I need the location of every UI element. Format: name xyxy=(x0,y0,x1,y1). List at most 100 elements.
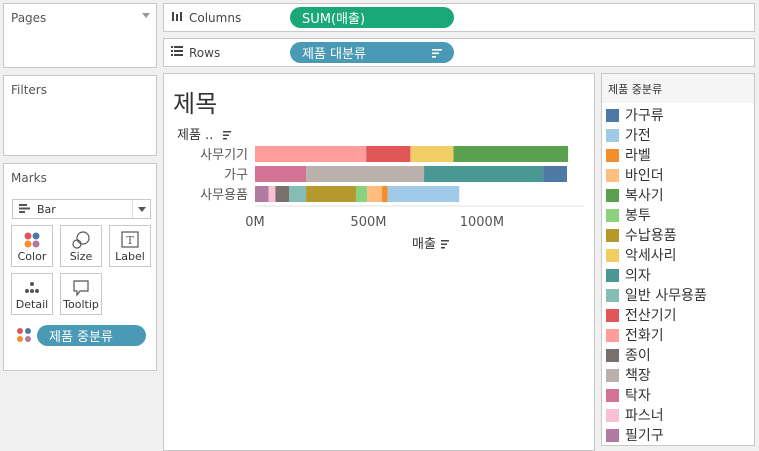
color-encoding-icon xyxy=(16,327,32,347)
legend-item-label: 전산기기 xyxy=(625,308,677,324)
legend-item-label: 탁자 xyxy=(625,388,651,404)
pages-caret-icon[interactable] xyxy=(142,13,150,18)
rows-shelf-label: Rows xyxy=(189,45,221,60)
bar-chart-icon xyxy=(19,203,31,216)
bar-segment xyxy=(355,186,368,202)
legend-swatch xyxy=(606,188,619,202)
legend-swatch xyxy=(606,168,619,182)
columns-measure-pill[interactable]: SUM(매출) xyxy=(290,7,454,28)
columns-shelf-label: Columns xyxy=(189,10,242,25)
tooltip-bubble-icon xyxy=(72,279,90,300)
color-field-pill[interactable]: 제품 중분류 xyxy=(37,325,146,346)
legend-item[interactable]: 파스너 xyxy=(606,405,664,425)
color-dots-icon xyxy=(23,231,41,252)
legend-item[interactable]: 일반 사무용품 xyxy=(606,285,707,305)
rows-dimension-pill[interactable]: 제품 대분류 xyxy=(290,42,454,63)
legend-item-label: 책장 xyxy=(625,368,651,384)
legend-item-label: 라벨 xyxy=(625,148,651,164)
svg-text:T: T xyxy=(126,234,134,247)
chart-title: 제목 xyxy=(173,90,218,118)
x-tick-label: 500M xyxy=(350,215,386,230)
bar-segment xyxy=(453,146,569,162)
bar-segment xyxy=(366,146,411,162)
x-axis-sort-icon xyxy=(441,247,445,249)
bar-segment xyxy=(275,186,290,202)
legend-swatch xyxy=(606,148,619,162)
legend-swatch xyxy=(606,308,619,322)
bar-segment xyxy=(289,186,307,202)
filters-panel[interactable]: Filters xyxy=(3,75,157,156)
bar-segment xyxy=(543,166,567,182)
legend-item[interactable]: 가구류 xyxy=(606,105,664,125)
legend-item[interactable]: 책장 xyxy=(606,365,651,385)
legend-item[interactable]: 종이 xyxy=(606,345,651,365)
color-legend: 제품 중분류 가구류 가전라벨바인더복사기봉투수납용품악세사리 의자일반 사무용품전… xyxy=(601,73,755,446)
legend-item[interactable]: 바인더 xyxy=(606,165,664,185)
columns-measure-pill-label: SUM(매출) xyxy=(302,12,366,27)
legend-swatch xyxy=(606,428,619,442)
legend-swatch xyxy=(606,228,619,242)
row-header-sort-icon xyxy=(223,131,231,133)
tooltip-card-button[interactable]: Tooltip xyxy=(60,273,102,315)
legend-item-label: 바인더 xyxy=(625,168,664,184)
columns-shelf[interactable]: Columns SUM(매출) xyxy=(163,3,755,32)
legend-item[interactable]: 의자 xyxy=(606,265,651,285)
legend-item[interactable]: 봉투 xyxy=(606,205,651,225)
bar-segment xyxy=(387,186,460,202)
chevron-down-icon[interactable] xyxy=(132,200,150,218)
legend-swatch xyxy=(606,208,619,222)
legend-item[interactable]: 수납용품 xyxy=(606,225,677,245)
legend-item-label: 종이 xyxy=(625,348,651,364)
legend-item[interactable]: 가전 xyxy=(606,125,651,145)
legend-item[interactable]: 악세사리 xyxy=(606,245,677,265)
chart-view: 제목 제품 .. 사무기기 가구 사무용품 0M 500M 1000M 매출 xyxy=(163,73,595,451)
bar-segment xyxy=(255,146,367,162)
bar-segment xyxy=(306,166,425,182)
legend-item-label: 봉투 xyxy=(625,208,651,224)
sort-icon[interactable] xyxy=(432,47,442,62)
x-axis-title: 매출 xyxy=(412,237,436,252)
legend-item-label: 복사기 xyxy=(625,188,664,204)
legend-item[interactable]: 복사기 xyxy=(606,185,664,205)
legend-swatch xyxy=(606,288,619,302)
rows-shelf[interactable]: Rows 제품 대분류 xyxy=(163,38,755,67)
legend-item[interactable]: 전산기기 xyxy=(606,305,677,325)
legend-item-label: 파스너 xyxy=(625,408,664,424)
label-text-icon: T xyxy=(121,231,139,252)
filters-title: Filters xyxy=(11,83,47,97)
legend-swatch xyxy=(606,408,619,422)
legend-item[interactable]: 탁자 xyxy=(606,385,651,405)
label-card-button[interactable]: T Label xyxy=(109,225,151,267)
bar-segment xyxy=(306,186,356,202)
legend-swatch xyxy=(606,388,619,402)
columns-icon xyxy=(171,10,183,25)
legend-swatch xyxy=(606,268,619,282)
bar-segment xyxy=(268,186,276,202)
legend-swatch xyxy=(606,248,619,262)
legend-item-label: 수납용품 xyxy=(625,228,677,244)
mark-type-dropdown[interactable]: Bar xyxy=(12,199,151,219)
x-axis-sort-icon xyxy=(441,240,449,242)
bar-segment xyxy=(367,186,383,202)
legend-item-label: 가구류 xyxy=(625,108,664,124)
detail-card-button[interactable]: Detail xyxy=(11,273,53,315)
legend-title: 제품 중분류 xyxy=(602,74,754,103)
legend-item-label: 일반 사무용품 xyxy=(625,288,707,304)
legend-item-label: 악세사리 xyxy=(625,248,677,264)
color-card-button[interactable]: Color xyxy=(11,225,53,267)
legend-item[interactable]: 전화기 xyxy=(606,325,664,345)
pages-title: Pages xyxy=(11,11,47,25)
size-card-button[interactable]: Size xyxy=(60,225,102,267)
row-header-sort-icon xyxy=(223,138,227,140)
legend-item[interactable]: 필기구 xyxy=(606,425,664,445)
category-label: 가구 xyxy=(224,168,248,183)
rows-dimension-pill-label: 제품 대분류 xyxy=(302,47,366,62)
x-tick-label: 1000M xyxy=(460,215,504,230)
bar-chart: 제품 .. 사무기기가구사무용품 0M 500M 1000M 매출 xyxy=(177,128,584,252)
pages-panel[interactable]: Pages xyxy=(3,3,157,68)
mark-type-label: Bar xyxy=(37,202,56,216)
legend-item[interactable]: 라벨 xyxy=(606,145,651,165)
legend-swatch xyxy=(606,328,619,342)
row-header-label: 제품 .. xyxy=(177,128,213,143)
legend-swatch xyxy=(606,108,619,122)
